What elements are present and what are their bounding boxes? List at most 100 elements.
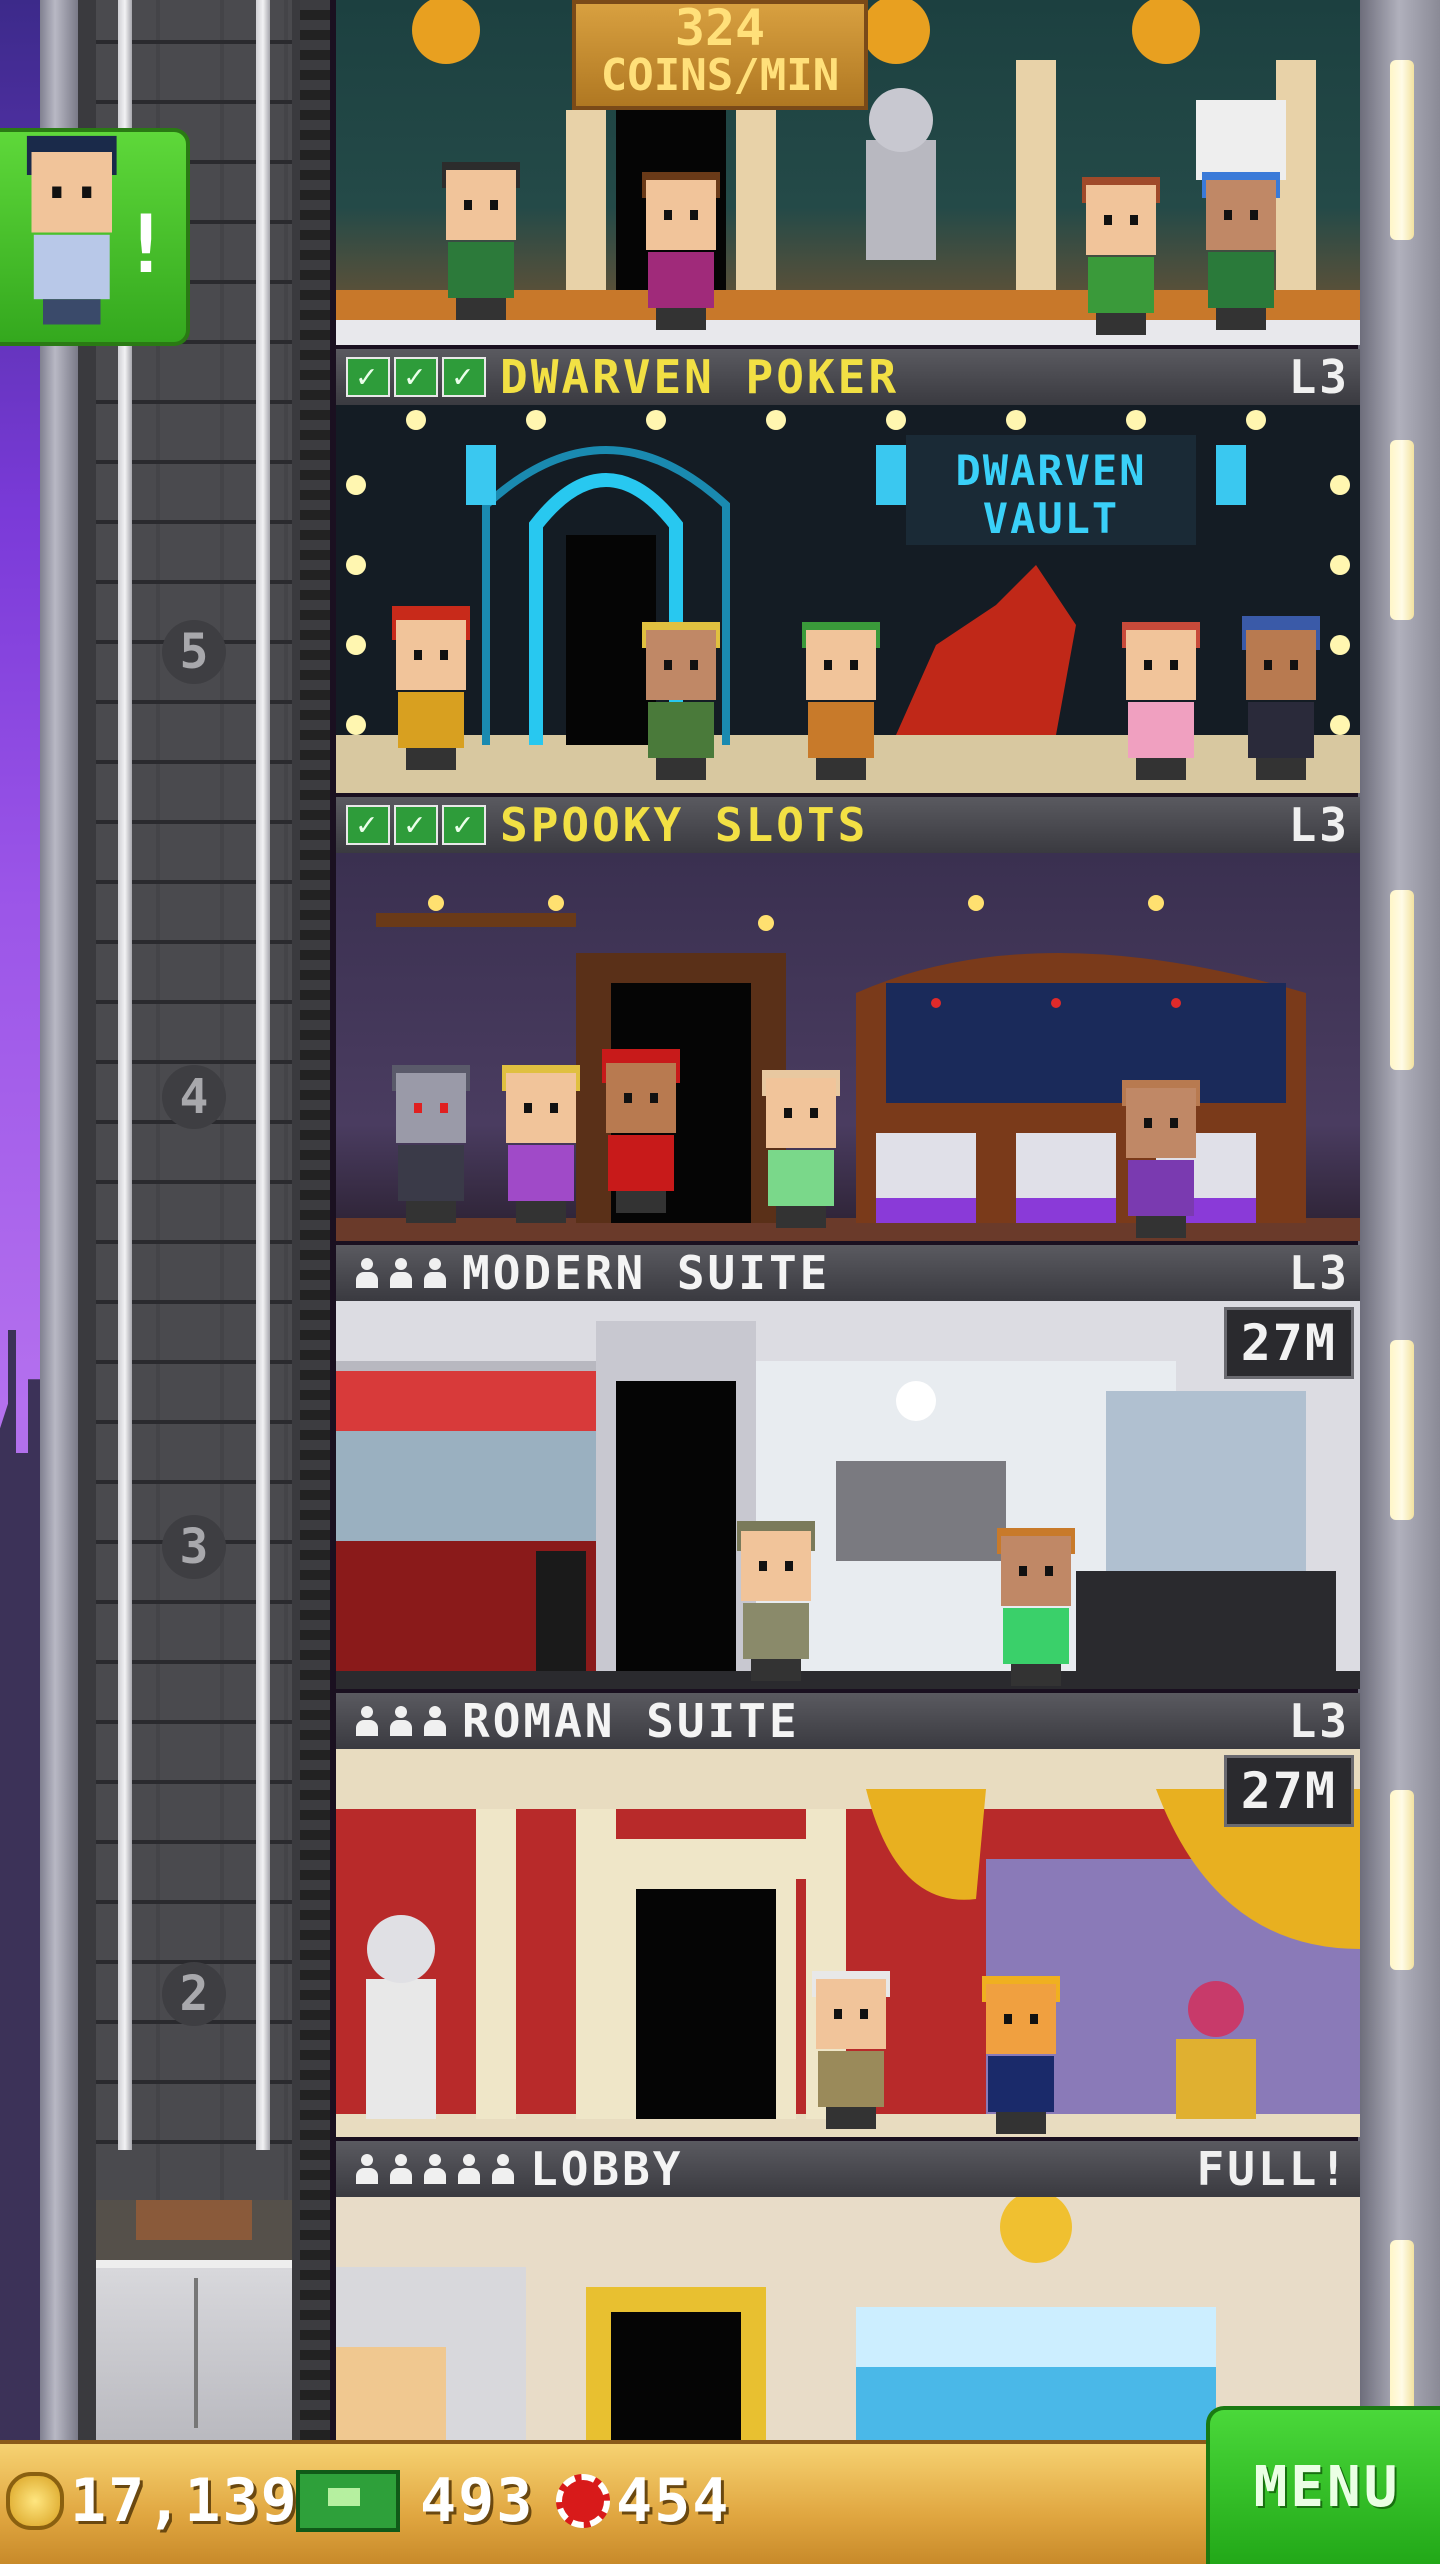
dwarf-character[interactable] bbox=[796, 622, 886, 780]
check-icon: ✓ bbox=[394, 805, 438, 845]
guest-character[interactable] bbox=[1076, 177, 1166, 335]
person-icon bbox=[422, 1258, 448, 1288]
guest-character[interactable] bbox=[436, 162, 526, 320]
coins-value: 17,139 bbox=[70, 2466, 299, 2536]
side-window bbox=[1390, 2240, 1414, 2420]
bux-icon bbox=[296, 2470, 400, 2532]
guest-character[interactable] bbox=[1196, 172, 1286, 330]
guest-character[interactable] bbox=[991, 1528, 1081, 1686]
bux-value: 493 bbox=[420, 2466, 535, 2536]
person-icon bbox=[388, 1706, 414, 1736]
floor-spooky-slots[interactable] bbox=[336, 853, 1360, 1241]
floor-level: L3 bbox=[1288, 798, 1350, 852]
person-icon bbox=[388, 1258, 414, 1288]
coins-counter[interactable]: 17,139 bbox=[6, 2466, 299, 2536]
floor-name: DWARVEN POKER bbox=[500, 350, 900, 404]
coins-per-minute-banner: 324 COINS/MIN bbox=[572, 0, 868, 110]
elevator-doors bbox=[96, 2260, 292, 2448]
side-window bbox=[1390, 890, 1414, 1070]
floor-label-spooky-slots[interactable]: ✓ ✓ ✓ SPOOKY SLOTS L3 bbox=[336, 797, 1360, 853]
price-tag: 27M bbox=[1223, 1307, 1354, 1379]
guest-character[interactable] bbox=[636, 622, 726, 780]
occupant-indicators bbox=[346, 1258, 448, 1288]
person-icon bbox=[490, 2154, 516, 2184]
occupant-indicators bbox=[346, 1706, 448, 1736]
floor-label-dwarven-poker[interactable]: ✓ ✓ ✓ DWARVEN POKER L3 bbox=[336, 349, 1360, 405]
floor-status: FULL! bbox=[1196, 2142, 1350, 2196]
floor-label-roman-suite[interactable]: ROMAN SUITE L3 bbox=[336, 1693, 1360, 1749]
elevator-car[interactable] bbox=[96, 2200, 292, 2448]
guest-character[interactable] bbox=[1116, 1080, 1206, 1238]
price-tag: 27M bbox=[1223, 1755, 1354, 1827]
guest-character[interactable] bbox=[976, 1976, 1066, 2134]
floor-lobby[interactable] bbox=[336, 2197, 1360, 2440]
occupant-indicators bbox=[346, 2154, 516, 2184]
detective-character[interactable] bbox=[731, 1521, 821, 1681]
stock-checkmarks: ✓ ✓ ✓ bbox=[346, 805, 486, 845]
check-icon: ✓ bbox=[346, 357, 390, 397]
shaft-floor-number-5: 5 bbox=[162, 620, 226, 684]
bellhop-character[interactable] bbox=[596, 1049, 686, 1213]
floor-name: SPOOKY SLOTS bbox=[500, 798, 869, 852]
floor-name: ROMAN SUITE bbox=[462, 1694, 800, 1748]
spooky-room-art bbox=[336, 895, 1360, 1241]
bux-counter[interactable]: 493 bbox=[296, 2466, 534, 2536]
check-icon: ✓ bbox=[346, 805, 390, 845]
vault-sign: DWARVEN VAULT bbox=[955, 446, 1147, 543]
floor-modern-suite[interactable]: 27M bbox=[336, 1301, 1360, 1689]
person-icon bbox=[456, 2154, 482, 2184]
wizard-character[interactable] bbox=[1236, 616, 1326, 780]
chips-value: 454 bbox=[616, 2466, 731, 2536]
shaft-floor-number-2: 2 bbox=[162, 1962, 226, 2026]
floor-name: MODERN SUITE bbox=[462, 1246, 831, 1300]
building-edge-right bbox=[1358, 0, 1440, 2440]
side-window bbox=[1390, 1340, 1414, 1520]
side-window bbox=[1390, 60, 1414, 240]
floor-level: L3 bbox=[1288, 1694, 1350, 1748]
floor-dwarven-poker[interactable]: DWARVEN VAULT bbox=[336, 405, 1360, 793]
floor-level: L3 bbox=[1288, 1246, 1350, 1300]
guest-character[interactable] bbox=[496, 1065, 586, 1223]
person-icon bbox=[354, 2154, 380, 2184]
building-edge-left bbox=[40, 0, 78, 2560]
guest-character[interactable] bbox=[1116, 622, 1206, 780]
side-window bbox=[1390, 440, 1414, 620]
check-icon: ✓ bbox=[442, 357, 486, 397]
elevator-cable-top bbox=[136, 2200, 252, 2240]
security-guard-avatar bbox=[20, 135, 124, 325]
dwarf-character[interactable] bbox=[386, 606, 476, 770]
notification-badge: ! bbox=[121, 198, 170, 291]
shaft-floor-number-4: 4 bbox=[162, 1065, 226, 1129]
lobby-room-art bbox=[336, 2197, 1216, 2440]
menu-button[interactable]: MENU bbox=[1206, 2406, 1440, 2564]
coins-per-minute-value: 324 bbox=[674, 0, 766, 57]
person-icon bbox=[354, 1258, 380, 1288]
guest-character[interactable] bbox=[636, 172, 726, 330]
coins-per-minute-unit: COINS/MIN bbox=[600, 50, 840, 101]
casino-chip-icon bbox=[556, 2474, 610, 2528]
side-window bbox=[1390, 1790, 1414, 1970]
modern-suite-room-art bbox=[336, 1321, 1360, 1689]
person-icon bbox=[388, 2154, 414, 2184]
floor-label-lobby[interactable]: LOBBY FULL! bbox=[336, 2141, 1360, 2197]
shaft-divider bbox=[300, 0, 330, 2440]
chips-counter[interactable]: 454 bbox=[556, 2466, 730, 2536]
check-icon: ✓ bbox=[394, 357, 438, 397]
stock-checkmarks: ✓ ✓ ✓ bbox=[346, 357, 486, 397]
coin-icon bbox=[6, 2472, 64, 2530]
shaft-floor-number-3: 3 bbox=[162, 1515, 226, 1579]
guest-character[interactable] bbox=[756, 1070, 846, 1228]
floor-level: L3 bbox=[1288, 350, 1350, 404]
person-icon bbox=[422, 2154, 448, 2184]
guest-character[interactable] bbox=[806, 1971, 896, 2129]
elevator-rail-right bbox=[256, 0, 270, 2150]
floor-label-modern-suite[interactable]: MODERN SUITE L3 bbox=[336, 1245, 1360, 1301]
check-icon: ✓ bbox=[442, 805, 486, 845]
notification-button[interactable]: ! bbox=[0, 128, 190, 346]
city-silhouette bbox=[0, 1330, 40, 2560]
floor-roman-suite[interactable]: 27M bbox=[336, 1749, 1360, 2137]
person-icon bbox=[354, 1706, 380, 1736]
zombie-character[interactable] bbox=[386, 1065, 476, 1223]
floor-name: LOBBY bbox=[530, 2142, 684, 2196]
person-icon bbox=[422, 1706, 448, 1736]
